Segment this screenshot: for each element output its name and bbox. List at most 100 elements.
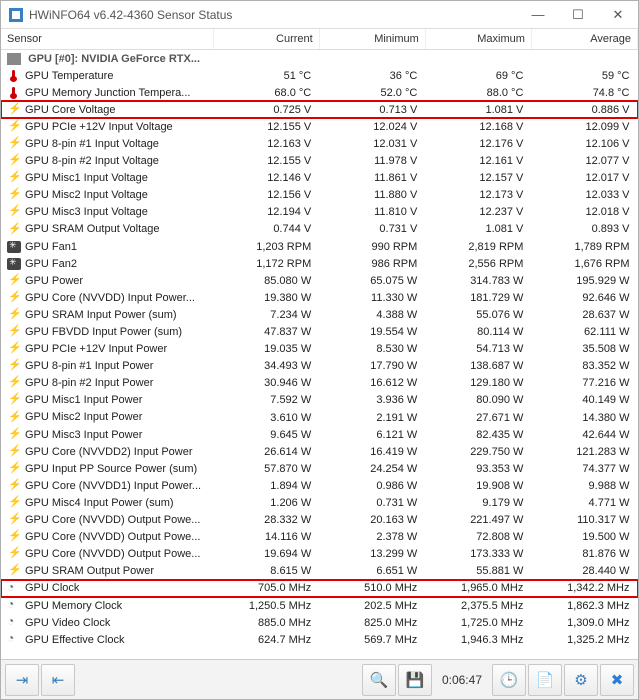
fan-icon bbox=[7, 258, 21, 270]
collapse-left-button[interactable]: ⇤ bbox=[41, 664, 75, 696]
settings-button[interactable]: ⚙ bbox=[564, 664, 598, 696]
sensor-cur: 12.155 V bbox=[213, 118, 319, 135]
save-button[interactable]: 💾 bbox=[398, 664, 432, 696]
sensor-name: GPU Core (NVVDD1) Input Power... bbox=[25, 480, 201, 492]
sensor-min: 0.713 V bbox=[319, 101, 425, 118]
logging-button[interactable]: 📄 bbox=[528, 664, 562, 696]
sensor-cur: 34.493 W bbox=[213, 358, 319, 375]
sensor-row[interactable]: GPU Memory Junction Tempera...68.0 °C52.… bbox=[1, 84, 638, 101]
maximize-button[interactable]: ☐ bbox=[558, 1, 598, 29]
sensor-max: 55.881 W bbox=[425, 563, 531, 580]
close-tool-button[interactable]: ✖ bbox=[600, 664, 634, 696]
reset-clock-button[interactable]: 🕒 bbox=[492, 664, 526, 696]
sensor-row[interactable]: GPU Misc3 Input Voltage12.194 V11.810 V1… bbox=[1, 204, 638, 221]
sensor-name: GPU Core (NVVDD) Input Power... bbox=[25, 292, 195, 304]
col-current[interactable]: Current bbox=[213, 29, 319, 50]
sensor-row[interactable]: GPU Core (NVVDD) Output Powe...19.694 W1… bbox=[1, 546, 638, 563]
sensor-max: 221.497 W bbox=[425, 512, 531, 529]
sensor-avg: 28.440 W bbox=[531, 563, 637, 580]
sensor-row[interactable]: GPU Core (NVVDD2) Input Power26.614 W16.… bbox=[1, 443, 638, 460]
col-average[interactable]: Average bbox=[531, 29, 637, 50]
sensor-row[interactable]: GPU 8-pin #2 Input Voltage12.155 V11.978… bbox=[1, 153, 638, 170]
minimize-button[interactable]: — bbox=[518, 1, 558, 29]
expand-right-button[interactable]: ⇥ bbox=[5, 664, 39, 696]
power-icon bbox=[7, 360, 21, 372]
power-icon bbox=[7, 377, 21, 389]
sensor-max: 12.168 V bbox=[425, 118, 531, 135]
sensor-name: GPU Core (NVVDD2) Input Power bbox=[25, 446, 193, 458]
sensor-name: GPU Core Voltage bbox=[25, 104, 116, 116]
sensor-avg: 12.077 V bbox=[531, 153, 637, 170]
sensor-row[interactable]: GPU Misc3 Input Power9.645 W6.121 W82.43… bbox=[1, 426, 638, 443]
sensor-row[interactable]: GPU Clock705.0 MHz510.0 MHz1,965.0 MHz1,… bbox=[1, 580, 638, 597]
sensor-avg: 4.771 W bbox=[531, 494, 637, 511]
sensor-row[interactable]: GPU Misc1 Input Voltage12.146 V11.861 V1… bbox=[1, 170, 638, 187]
sensor-table-container[interactable]: Sensor Current Minimum Maximum Average G… bbox=[1, 29, 638, 659]
sensor-cur: 8.615 W bbox=[213, 563, 319, 580]
sensor-max: 72.808 W bbox=[425, 529, 531, 546]
sensor-min: 2.191 W bbox=[319, 409, 425, 426]
sensor-row[interactable]: GPU PCIe +12V Input Voltage12.155 V12.02… bbox=[1, 118, 638, 135]
sensor-row[interactable]: GPU Fan11,203 RPM990 RPM2,819 RPM1,789 R… bbox=[1, 238, 638, 255]
sensor-avg: 40.149 W bbox=[531, 392, 637, 409]
sensor-cur: 7.234 W bbox=[213, 306, 319, 323]
sensor-row[interactable]: GPU Core (NVVDD) Input Power...19.380 W1… bbox=[1, 289, 638, 306]
sensor-max: 12.176 V bbox=[425, 135, 531, 152]
sensor-row[interactable]: GPU SRAM Output Voltage0.744 V0.731 V1.0… bbox=[1, 221, 638, 238]
sensor-row[interactable]: GPU Input PP Source Power (sum)57.870 W2… bbox=[1, 460, 638, 477]
sensor-name: GPU FBVDD Input Power (sum) bbox=[25, 326, 182, 338]
sensor-row[interactable]: GPU Core Voltage0.725 V0.713 V1.081 V0.8… bbox=[1, 101, 638, 118]
sensor-row[interactable]: GPU Power85.080 W65.075 W314.783 W195.92… bbox=[1, 272, 638, 289]
sensor-row[interactable]: GPU 8-pin #1 Input Power34.493 W17.790 W… bbox=[1, 358, 638, 375]
volt-icon bbox=[7, 206, 21, 218]
col-minimum[interactable]: Minimum bbox=[319, 29, 425, 50]
col-maximum[interactable]: Maximum bbox=[425, 29, 531, 50]
sensor-row[interactable]: GPU Misc2 Input Power3.610 W2.191 W27.67… bbox=[1, 409, 638, 426]
sensor-row[interactable]: GPU SRAM Input Power (sum)7.234 W4.388 W… bbox=[1, 306, 638, 323]
sensor-row[interactable]: GPU Misc4 Input Power (sum)1.206 W0.731 … bbox=[1, 494, 638, 511]
sensor-avg: 12.099 V bbox=[531, 118, 637, 135]
sensor-row[interactable]: GPU Misc2 Input Voltage12.156 V11.880 V1… bbox=[1, 187, 638, 204]
sensor-row[interactable]: GPU 8-pin #2 Input Power30.946 W16.612 W… bbox=[1, 375, 638, 392]
sensor-cur: 1.206 W bbox=[213, 494, 319, 511]
sensor-name: GPU Clock bbox=[25, 582, 79, 594]
sensor-max: 1,965.0 MHz bbox=[425, 580, 531, 597]
sensor-group-row[interactable]: GPU [#0]: NVIDIA GeForce RTX... bbox=[1, 50, 638, 68]
search-button[interactable]: 🔍 bbox=[362, 664, 396, 696]
sensor-avg: 42.644 W bbox=[531, 426, 637, 443]
sensor-row[interactable]: GPU Core (NVVDD) Output Powe...14.116 W2… bbox=[1, 529, 638, 546]
sensor-cur: 624.7 MHz bbox=[213, 631, 319, 648]
sensor-row[interactable]: GPU 8-pin #1 Input Voltage12.163 V12.031… bbox=[1, 135, 638, 152]
sensor-row[interactable]: GPU SRAM Output Power8.615 W6.651 W55.88… bbox=[1, 563, 638, 580]
sensor-row[interactable]: GPU PCIe +12V Input Power19.035 W8.530 W… bbox=[1, 341, 638, 358]
close-button[interactable]: ✕ bbox=[598, 1, 638, 29]
sensor-cur: 85.080 W bbox=[213, 272, 319, 289]
sensor-row[interactable]: GPU Memory Clock1,250.5 MHz202.5 MHz2,37… bbox=[1, 597, 638, 614]
elapsed-time: 0:06:47 bbox=[442, 673, 482, 687]
sensor-row[interactable]: GPU Temperature51 °C36 °C69 °C59 °C bbox=[1, 67, 638, 84]
volt-icon bbox=[7, 121, 21, 133]
sensor-min: 65.075 W bbox=[319, 272, 425, 289]
sensor-max: 12.173 V bbox=[425, 187, 531, 204]
sensor-max: 2,375.5 MHz bbox=[425, 597, 531, 614]
col-sensor[interactable]: Sensor bbox=[1, 29, 213, 50]
sensor-row[interactable]: GPU Core (NVVDD) Output Powe...28.332 W2… bbox=[1, 512, 638, 529]
sensor-max: 12.237 V bbox=[425, 204, 531, 221]
power-icon bbox=[7, 548, 21, 560]
column-header-row[interactable]: Sensor Current Minimum Maximum Average bbox=[1, 29, 638, 50]
sensor-row[interactable]: GPU Core (NVVDD1) Input Power...1.894 W0… bbox=[1, 477, 638, 494]
sensor-row[interactable]: GPU FBVDD Input Power (sum)47.837 W19.55… bbox=[1, 324, 638, 341]
volt-icon bbox=[7, 224, 21, 236]
sensor-row[interactable]: GPU Video Clock885.0 MHz825.0 MHz1,725.0… bbox=[1, 614, 638, 631]
sensor-row[interactable]: GPU Misc1 Input Power7.592 W3.936 W80.09… bbox=[1, 392, 638, 409]
clock-icon bbox=[7, 583, 21, 595]
sensor-cur: 12.194 V bbox=[213, 204, 319, 221]
sensor-avg: 12.017 V bbox=[531, 170, 637, 187]
power-icon bbox=[7, 394, 21, 406]
sensor-row[interactable]: GPU Fan21,172 RPM986 RPM2,556 RPM1,676 R… bbox=[1, 255, 638, 272]
sensor-name: GPU SRAM Input Power (sum) bbox=[25, 309, 177, 321]
sensor-max: 173.333 W bbox=[425, 546, 531, 563]
sensor-cur: 68.0 °C bbox=[213, 84, 319, 101]
sensor-min: 6.651 W bbox=[319, 563, 425, 580]
sensor-row[interactable]: GPU Effective Clock624.7 MHz569.7 MHz1,9… bbox=[1, 631, 638, 648]
